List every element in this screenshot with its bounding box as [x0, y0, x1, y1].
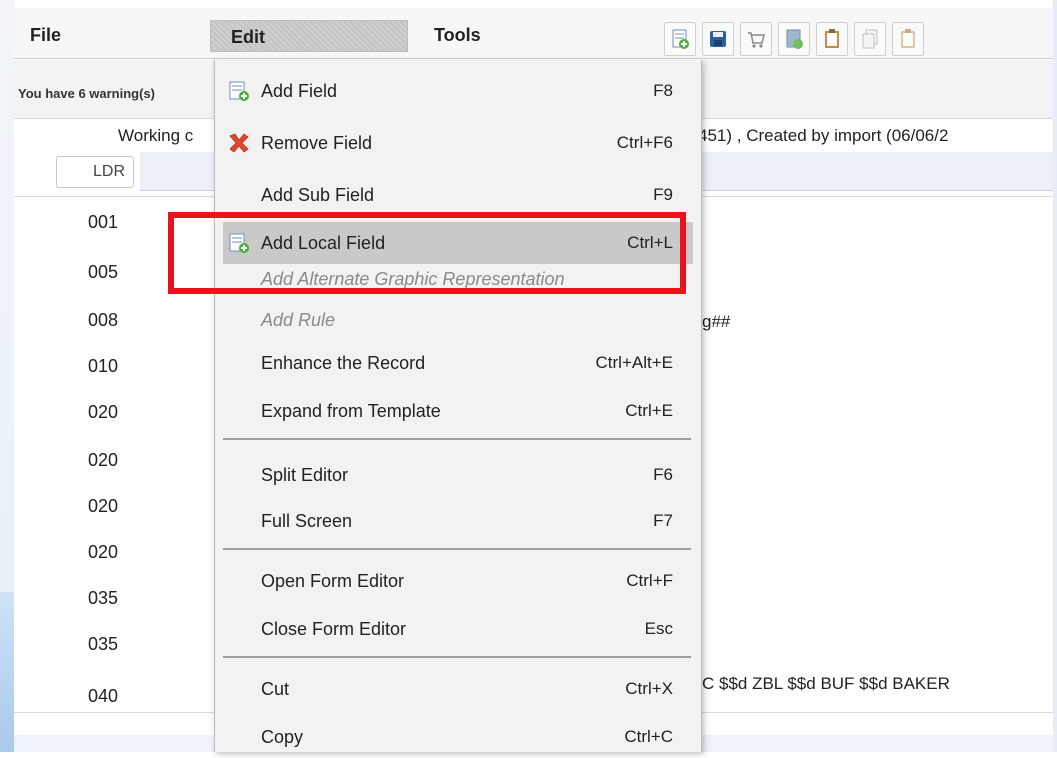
menu-item-open-form-editor[interactable]: Open Form Editor Ctrl+F	[223, 560, 693, 602]
field-040-value[interactable]: C $$d ZBL $$d BUF $$d BAKER	[702, 674, 950, 694]
field-tag[interactable]: 020	[88, 496, 118, 517]
field-tag[interactable]: 005	[88, 262, 118, 283]
left-decor-blue	[0, 592, 14, 752]
menu-item-shortcut: Ctrl+E	[625, 401, 673, 420]
menu-item-shortcut: F8	[653, 81, 673, 100]
copy-icon	[862, 29, 878, 49]
record-info-label: 451) , Created by import (06/06/2	[698, 126, 949, 145]
menu-item-enhance-record[interactable]: Enhance the Record Ctrl+Alt+E	[223, 342, 693, 384]
ldr-tag-field[interactable]: LDR	[56, 156, 134, 188]
add-field-icon	[229, 81, 249, 101]
paste-button[interactable]	[892, 22, 924, 56]
copy-button[interactable]	[854, 22, 886, 56]
menu-separator	[223, 656, 691, 658]
menu-tools[interactable]: Tools	[434, 18, 481, 52]
save-icon	[710, 31, 726, 47]
menu-item-shortcut: F7	[653, 511, 673, 530]
menu-item-remove-field[interactable]: Remove Field Ctrl+F6	[223, 122, 693, 164]
field-tag[interactable]: 020	[88, 450, 118, 471]
highlight-box	[168, 212, 686, 294]
field-tag[interactable]: 008	[88, 310, 118, 331]
menu-item-full-screen[interactable]: Full Screen F7	[223, 500, 693, 542]
menu-item-shortcut: Ctrl+X	[625, 679, 673, 698]
menu-item-label: Close Form Editor	[261, 619, 407, 639]
cart-icon	[748, 32, 765, 48]
menu-item-label: Add Rule	[261, 310, 336, 330]
field-tag[interactable]: 040	[88, 686, 118, 707]
remove-field-icon	[229, 133, 249, 153]
paste-icon	[901, 29, 915, 48]
warning-text[interactable]: You have 6 warning(s)	[18, 86, 155, 101]
menu-item-label: Remove Field	[261, 133, 373, 153]
field-tag[interactable]: 035	[88, 588, 118, 609]
menu-item-label: Add Field	[261, 81, 338, 101]
menu-item-cut[interactable]: Cut Ctrl+X	[223, 668, 693, 710]
menu-item-label: Cut	[261, 679, 290, 699]
menu-item-label: Split Editor	[261, 465, 349, 485]
menu-item-add-field[interactable]: Add Field F8	[223, 70, 693, 112]
menu-item-expand-template[interactable]: Expand from Template Ctrl+E	[223, 390, 693, 432]
menu-item-label: Expand from Template	[261, 401, 441, 421]
field-tag[interactable]: 035	[88, 634, 118, 655]
record-button[interactable]	[778, 22, 810, 56]
menu-edit[interactable]: Edit	[210, 20, 408, 52]
menu-item-shortcut: Ctrl+Alt+E	[595, 353, 673, 372]
menu-item-label: Full Screen	[261, 511, 353, 531]
menu-item-shortcut: F9	[653, 185, 673, 204]
menu-bar: File Edit Tools	[14, 8, 1053, 59]
menu-separator	[223, 548, 691, 550]
menu-item-shortcut: Ctrl+F6	[616, 133, 673, 152]
record-icon	[786, 29, 803, 49]
save-button[interactable]	[702, 22, 734, 56]
field-008-value[interactable]: g##	[702, 312, 730, 332]
field-tag[interactable]: 020	[88, 542, 118, 563]
clipboard-icon	[825, 29, 839, 48]
field-tag[interactable]: 010	[88, 356, 118, 377]
menu-item-close-form-editor[interactable]: Close Form Editor Esc	[223, 608, 693, 650]
edit-menu-dropdown: Add Field F8 Remove Field Ctrl+F6 Add Su…	[214, 60, 702, 752]
field-tag[interactable]: 001	[88, 212, 118, 233]
menu-item-label: Add Sub Field	[261, 185, 375, 205]
menu-item-label: Enhance the Record	[261, 353, 426, 373]
new-record-icon	[672, 29, 689, 49]
menu-item-label: Open Form Editor	[261, 571, 405, 591]
menu-item-shortcut: F6	[653, 465, 673, 484]
menu-file[interactable]: File	[30, 18, 61, 52]
right-decor-strip	[1053, 0, 1057, 752]
menu-separator	[223, 438, 691, 440]
menu-item-add-sub-field[interactable]: Add Sub Field F9	[223, 174, 693, 216]
cart-button[interactable]	[740, 22, 772, 56]
menu-item-split-editor[interactable]: Split Editor F6	[223, 454, 693, 496]
menu-item-shortcut: Ctrl+F	[626, 571, 673, 590]
working-copy-label: Working c	[118, 126, 194, 145]
menu-item-shortcut: Esc	[644, 619, 673, 638]
menu-item-add-rule: Add Rule	[223, 304, 693, 346]
clipboard-button[interactable]	[816, 22, 848, 56]
new-record-button[interactable]	[664, 22, 696, 56]
field-tag[interactable]: 020	[88, 402, 118, 423]
